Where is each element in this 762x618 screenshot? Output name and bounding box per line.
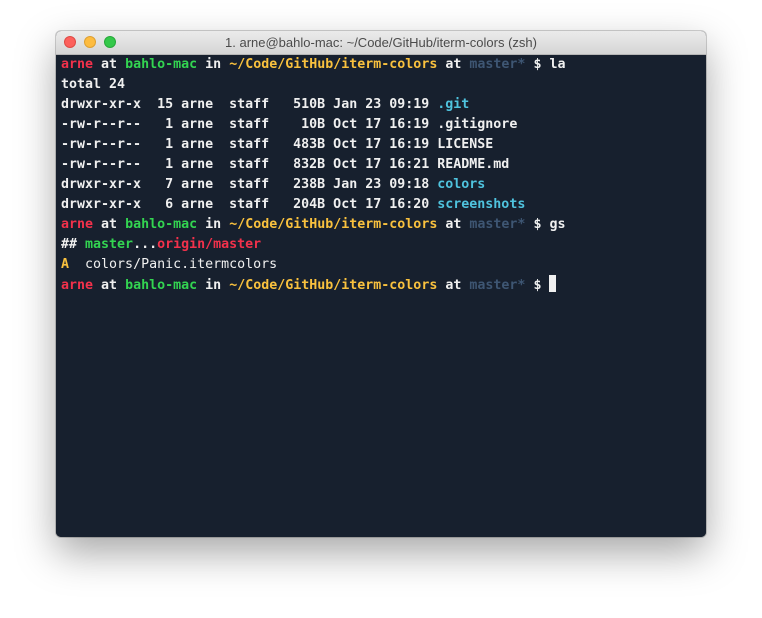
listing-row-details: -rw-r--r-- 1 arne staff 832B Oct 17 16:2… <box>61 157 438 172</box>
text-cursor <box>549 275 557 292</box>
directory-name: screenshots <box>437 197 526 212</box>
prompt-in: in <box>205 57 222 72</box>
terminal-window: 1. arne@bahlo-mac: ~/Code/GitHub/iterm-c… <box>56 31 706 537</box>
listing-row: drwxr-xr-x 7 arne staff 238B Jan 23 09:1… <box>61 175 701 195</box>
status-prefix: ## <box>61 237 78 252</box>
change-code: A <box>61 257 70 272</box>
prompt-at: at <box>445 278 462 293</box>
listing-row: -rw-r--r-- 1 arne staff 832B Oct 17 16:2… <box>61 155 701 175</box>
prompt-symbol: $ <box>533 217 542 232</box>
branch-separator: ... <box>133 237 158 252</box>
prompt-line: arne at bahlo-mac in ~/Code/GitHub/iterm… <box>61 55 701 75</box>
prompt-at: at <box>101 57 118 72</box>
prompt-path: ~/Code/GitHub/iterm-colors <box>229 57 438 72</box>
prompt-host: bahlo-mac <box>125 278 198 293</box>
prompt-user: arne <box>61 217 94 232</box>
prompt-line: arne at bahlo-mac in ~/Code/GitHub/iterm… <box>61 275 701 295</box>
command-text: la <box>549 57 566 72</box>
prompt-branch: master* <box>469 217 526 232</box>
remote-branch: origin/master <box>157 237 262 252</box>
prompt-host: bahlo-mac <box>125 217 198 232</box>
command-text: gs <box>549 217 566 232</box>
prompt-symbol: $ <box>533 278 542 293</box>
file-name: .gitignore <box>437 117 518 132</box>
prompt-user: arne <box>61 278 94 293</box>
change-path: colors/Panic.itermcolors <box>85 257 278 272</box>
prompt-path: ~/Code/GitHub/iterm-colors <box>229 278 438 293</box>
listing-row-details: drwxr-xr-x 6 arne staff 204B Oct 17 16:2… <box>61 197 438 212</box>
listing-row: drwxr-xr-x 6 arne staff 204B Oct 17 16:2… <box>61 195 701 215</box>
prompt-in: in <box>205 217 222 232</box>
git-status-header: ## master...origin/master <box>61 235 701 255</box>
prompt-at: at <box>101 217 118 232</box>
listing-total: total 24 <box>61 77 126 92</box>
file-name: LICENSE <box>437 137 494 152</box>
prompt-at: at <box>445 217 462 232</box>
git-status-change: A colors/Panic.itermcolors <box>61 255 701 275</box>
file-listing: drwxr-xr-x 15 arne staff 510B Jan 23 09:… <box>61 95 701 215</box>
prompt-at: at <box>445 57 462 72</box>
listing-row-details: -rw-r--r-- 1 arne staff 10B Oct 17 16:19 <box>61 117 438 132</box>
file-name: README.md <box>437 157 510 172</box>
prompt-symbol: $ <box>533 57 542 72</box>
directory-name: .git <box>437 97 470 112</box>
prompt-path: ~/Code/GitHub/iterm-colors <box>229 217 438 232</box>
listing-row: -rw-r--r-- 1 arne staff 10B Oct 17 16:19… <box>61 115 701 135</box>
terminal-output[interactable]: arne at bahlo-mac in ~/Code/GitHub/iterm… <box>56 55 706 537</box>
prompt-branch: master* <box>469 278 526 293</box>
prompt-in: in <box>205 278 222 293</box>
listing-row-details: -rw-r--r-- 1 arne staff 483B Oct 17 16:1… <box>61 137 438 152</box>
window-title: 1. arne@bahlo-mac: ~/Code/GitHub/iterm-c… <box>225 35 537 50</box>
prompt-at: at <box>101 278 118 293</box>
prompt-branch: master* <box>469 57 526 72</box>
title-bar[interactable]: 1. arne@bahlo-mac: ~/Code/GitHub/iterm-c… <box>56 31 706 55</box>
prompt-line: arne at bahlo-mac in ~/Code/GitHub/iterm… <box>61 215 701 235</box>
prompt-host: bahlo-mac <box>125 57 198 72</box>
prompt-user: arne <box>61 57 94 72</box>
listing-row: drwxr-xr-x 15 arne staff 510B Jan 23 09:… <box>61 95 701 115</box>
directory-name: colors <box>437 177 486 192</box>
listing-row-details: drwxr-xr-x 15 arne staff 510B Jan 23 09:… <box>61 97 438 112</box>
listing-row-details: drwxr-xr-x 7 arne staff 238B Jan 23 09:1… <box>61 177 438 192</box>
listing-row: -rw-r--r-- 1 arne staff 483B Oct 17 16:1… <box>61 135 701 155</box>
local-branch: master <box>85 237 134 252</box>
